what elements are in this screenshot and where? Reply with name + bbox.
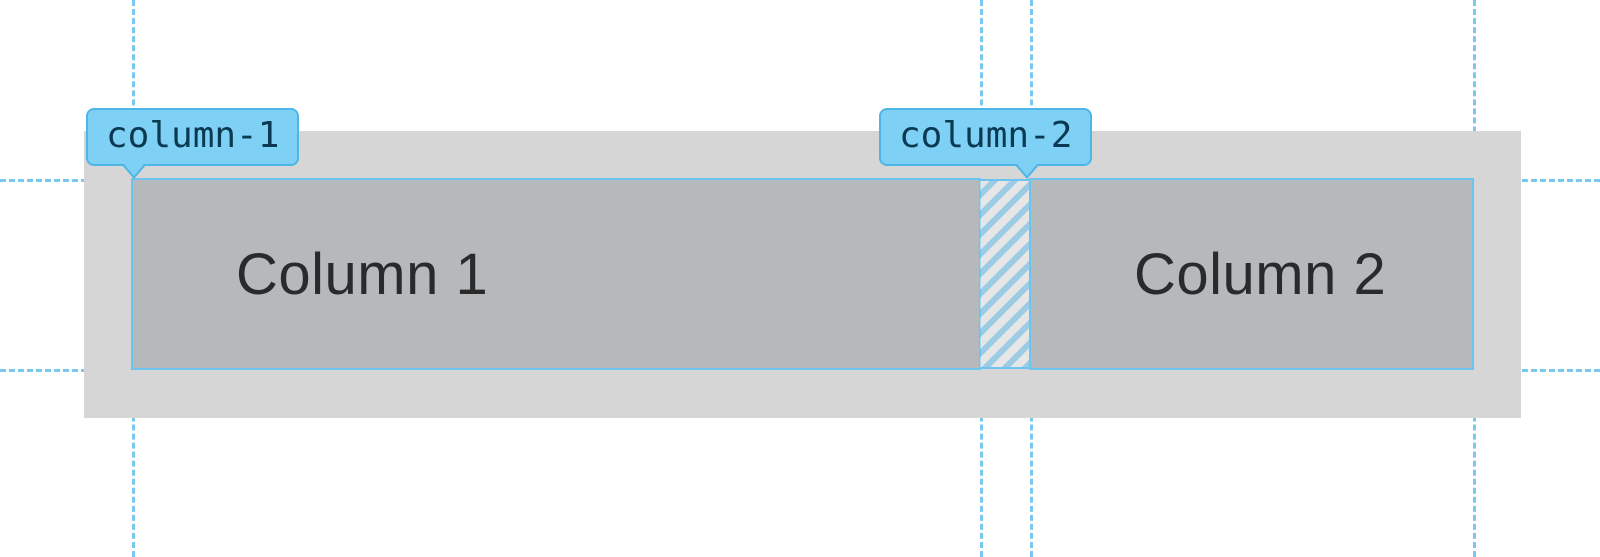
grid-line-name-1: column-1: [106, 115, 279, 156]
grid-line-badge-column-2: column-2: [879, 108, 1092, 166]
grid-line-badge-column-1: column-1: [86, 108, 299, 166]
grid-container: Column 1 Column 2: [84, 131, 1521, 418]
grid-column-gap: [980, 179, 1030, 369]
grid-line-name-2: column-2: [899, 115, 1072, 156]
badge-pointer: [1017, 164, 1037, 176]
badge-pointer: [124, 164, 144, 176]
grid-column-1: Column 1: [132, 179, 980, 369]
grid-column-2-label: Column 2: [1134, 241, 1386, 308]
grid-column-1-label: Column 1: [236, 241, 488, 308]
grid-column-2: Column 2: [1030, 179, 1473, 369]
